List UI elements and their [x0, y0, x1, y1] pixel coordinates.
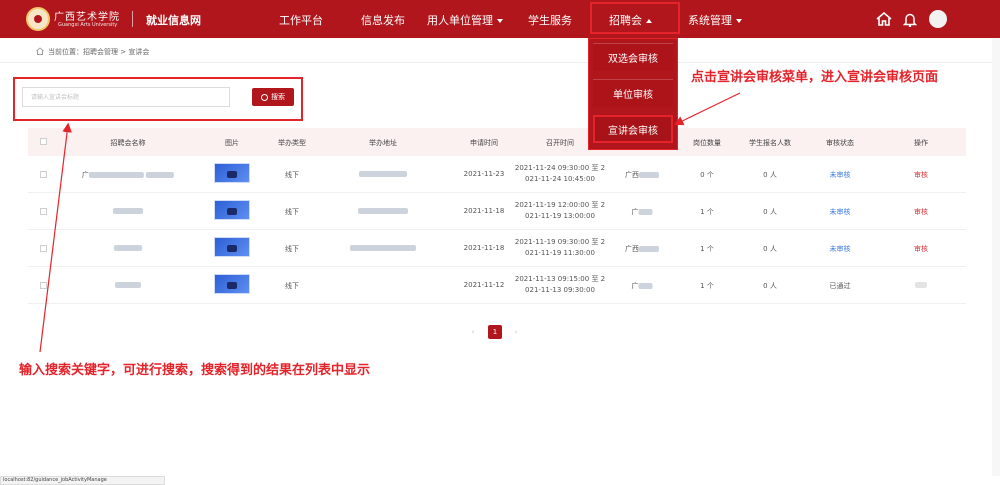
row-type: 线下: [285, 208, 299, 216]
table-row: 广 线下 2021-11-23 2021-11-24 09:30:00 至 20…: [28, 156, 966, 193]
pagination-prev-button[interactable]: ‹: [466, 325, 480, 339]
school-name: 广西艺术学院: [54, 12, 120, 23]
col-header-operation: 操作: [914, 139, 928, 147]
vertical-scrollbar[interactable]: [992, 38, 1000, 476]
row-type: 线下: [285, 245, 299, 253]
row-image[interactable]: [214, 200, 250, 220]
row-name: 广: [82, 170, 175, 180]
annotation-dropdown-note: 点击宣讲会审核菜单，进入宣讲会审核页面: [691, 70, 939, 85]
row-hold-time: 2021-11-19 12:00:00 至 2 021-11-19 13:00:0…: [514, 201, 606, 220]
nav-item-system-manage[interactable]: 系统管理: [688, 12, 742, 28]
table-row: 线下 2021-11-18 2021-11-19 09:30:00 至 2 021…: [28, 230, 966, 267]
row-image[interactable]: [214, 237, 250, 257]
row-audit-link[interactable]: 审核: [914, 244, 928, 254]
top-nav-bar: 广西艺术学院 Guangxi Arts University 就业信息网 工作平…: [0, 0, 1000, 38]
row-apply-date: 2021-11-18: [463, 207, 505, 215]
row-checkbox[interactable]: [40, 171, 47, 178]
row-signups: 0 人: [763, 245, 777, 253]
col-header-hold-time: 召开时间: [546, 139, 574, 147]
row-checkbox[interactable]: [40, 282, 47, 289]
row-hold-time: 2021-11-19 09:30:00 至 2 021-11-19 11:30:0…: [514, 238, 606, 257]
row-audit-link[interactable]: 审核: [914, 170, 928, 180]
row-audit-link[interactable]: 审核: [914, 207, 928, 217]
browser-status-url: localhost:82/guidance_jobActivityManage: [0, 476, 165, 485]
col-header-address: 举办地址: [369, 139, 397, 147]
row-apply-date: 2021-11-12: [463, 281, 505, 289]
pagination-page-1[interactable]: 1: [488, 325, 502, 339]
col-header-signups: 学生报名人数: [749, 139, 791, 147]
row-apply-date: 2021-11-18: [463, 244, 505, 252]
home-icon[interactable]: [876, 12, 892, 26]
row-contact: 广西: [625, 244, 659, 254]
search-button[interactable]: 搜索: [252, 88, 294, 106]
row-signups: 0 人: [763, 208, 777, 216]
home-icon: [36, 47, 44, 55]
search-input[interactable]: [22, 87, 230, 107]
col-header-name: 招聘会名称: [110, 139, 146, 147]
nav-item-student-service[interactable]: 学生服务: [528, 12, 572, 28]
row-contact: 广西: [625, 170, 659, 180]
arrow-to-seminar-menu: [673, 92, 741, 126]
row-positions: 1 个: [700, 208, 714, 216]
row-address: [350, 244, 416, 252]
table-header: 招聘会名称 图片 举办类型 举办地址 申请时间 召开时间 岗位数量 学生报名人数…: [28, 128, 966, 156]
table-row: 线下 2021-11-12 2021-11-13 09:15:00 至 2 021…: [28, 267, 966, 304]
menu-item-seminar-audit[interactable]: 宣讲会审核: [593, 115, 673, 143]
row-image[interactable]: [214, 163, 250, 183]
row-name: [114, 244, 142, 252]
job-fair-dropdown-menu: 双选会审核 单位审核 宣讲会审核: [588, 38, 678, 150]
col-header-status: 审核状态: [826, 139, 854, 147]
header-divider: [132, 11, 133, 27]
row-status: 未审核: [829, 245, 851, 253]
menu-item-double-select-audit[interactable]: 双选会审核: [593, 43, 673, 71]
avatar[interactable]: [929, 10, 947, 28]
row-image[interactable]: [214, 274, 250, 294]
row-apply-date: 2021-11-23: [463, 170, 505, 178]
chevron-down-icon: [736, 19, 742, 23]
row-status: 未审核: [829, 171, 851, 179]
job-fair-highlight-box: [590, 2, 680, 34]
row-signups: 0 人: [763, 282, 777, 290]
chevron-down-icon: [497, 19, 503, 23]
search-icon: [261, 93, 268, 101]
row-hold-time: 2021-11-13 09:15:00 至 2 021-11-13 09:30:0…: [514, 275, 606, 294]
breadcrumb: 当前位置：招聘会管理 > 宣讲会: [48, 48, 150, 56]
col-header-positions: 岗位数量: [693, 139, 721, 147]
col-header-image: 图片: [225, 139, 239, 147]
annotation-search-note: 输入搜索关键字，可进行搜索，搜索得到的结果在列表中显示: [19, 363, 371, 378]
row-type: 线下: [285, 282, 299, 290]
site-name[interactable]: 就业信息网: [146, 12, 201, 28]
search-button-label: 搜索: [271, 93, 285, 101]
nav-item-info-publish[interactable]: 信息发布: [361, 12, 405, 28]
menu-item-employer-audit[interactable]: 单位审核: [593, 79, 673, 107]
nav-item-employer-manage[interactable]: 用人单位管理: [427, 12, 503, 28]
col-header-type: 举办类型: [278, 139, 306, 147]
col-header-apply-time: 申请时间: [470, 139, 498, 147]
row-contact: 广: [632, 207, 653, 217]
row-type: 线下: [285, 171, 299, 179]
row-name: [115, 281, 141, 289]
row-name: [113, 207, 143, 215]
row-status: 已通过: [829, 282, 851, 290]
row-positions: 1 个: [700, 245, 714, 253]
row-positions: 1 个: [700, 282, 714, 290]
nav-item-work-platform[interactable]: 工作平台: [279, 12, 323, 28]
school-logo-icon: [26, 7, 50, 31]
row-status: 未审核: [829, 208, 851, 216]
select-all-checkbox[interactable]: [40, 138, 47, 145]
row-address: [358, 207, 408, 215]
row-checkbox[interactable]: [40, 208, 47, 215]
row-hold-time: 2021-11-24 09:30:00 至 2 021-11-24 10:45:0…: [514, 164, 606, 183]
row-positions: 0 个: [700, 171, 714, 179]
school-name-en: Guangxi Arts University: [58, 22, 118, 28]
table-row: 线下 2021-11-18 2021-11-19 12:00:00 至 2 021…: [28, 193, 966, 230]
pagination-next-button[interactable]: ›: [509, 325, 523, 339]
row-contact: 广: [632, 281, 653, 291]
row-signups: 0 人: [763, 171, 777, 179]
row-address: [359, 170, 407, 178]
bell-icon[interactable]: [903, 12, 917, 27]
row-operation-empty: [915, 281, 927, 289]
row-checkbox[interactable]: [40, 245, 47, 252]
breadcrumb-divider: [0, 62, 1000, 63]
